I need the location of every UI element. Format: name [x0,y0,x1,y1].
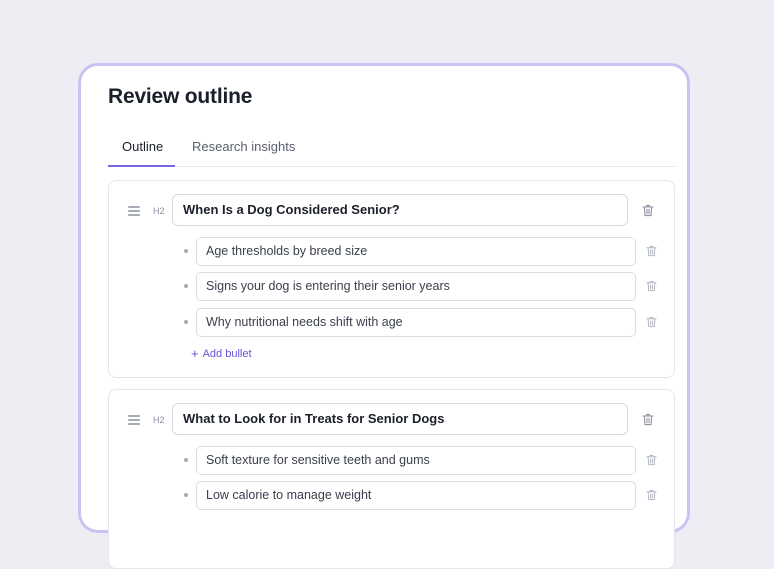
section-heading-input[interactable]: When Is a Dog Considered Senior? [172,194,628,226]
tab-outline[interactable]: Outline [122,139,163,154]
review-outline-modal: Review outline Outline Research insights… [78,63,690,569]
bullet-dot [184,320,188,324]
add-bullet-label: Add bullet [202,348,252,360]
outline-section: H2 What to Look for in Treats for Senior… [108,389,675,569]
bullet-input[interactable]: Why nutritional needs shift with age [196,308,636,337]
trash-icon[interactable] [646,454,657,466]
bullet-dot [184,493,188,497]
bullet-input[interactable]: Age thresholds by breed size [196,237,636,266]
bullet-input[interactable]: Soft texture for sensitive teeth and gum… [196,446,636,475]
section-heading-input[interactable]: What to Look for in Treats for Senior Do… [172,403,628,435]
heading-level-badge: H2 [153,415,165,425]
drag-handle-icon[interactable] [128,206,140,216]
bullet-dot [184,249,188,253]
trash-icon[interactable] [646,316,657,328]
trash-icon[interactable] [646,489,657,501]
bullet-dot [184,458,188,462]
add-bullet-button[interactable]: + Add bullet [191,346,252,361]
bullet-input[interactable]: Low calorie to manage weight [196,481,636,510]
trash-icon[interactable] [646,280,657,292]
outline-section: H2 When Is a Dog Considered Senior? Age … [108,180,675,378]
modal-title: Review outline [108,85,253,108]
active-tab-indicator [108,165,175,167]
bullet-dot [184,284,188,288]
drag-handle-icon[interactable] [128,415,140,425]
bullet-input[interactable]: Signs your dog is entering their senior … [196,272,636,301]
plus-icon: + [191,346,199,361]
trash-icon[interactable] [646,245,657,257]
tab-research-insights[interactable]: Research insights [192,139,295,154]
trash-icon[interactable] [642,413,654,426]
trash-icon[interactable] [642,204,654,217]
tab-bar: Outline Research insights [108,128,676,167]
heading-level-badge: H2 [153,206,165,216]
